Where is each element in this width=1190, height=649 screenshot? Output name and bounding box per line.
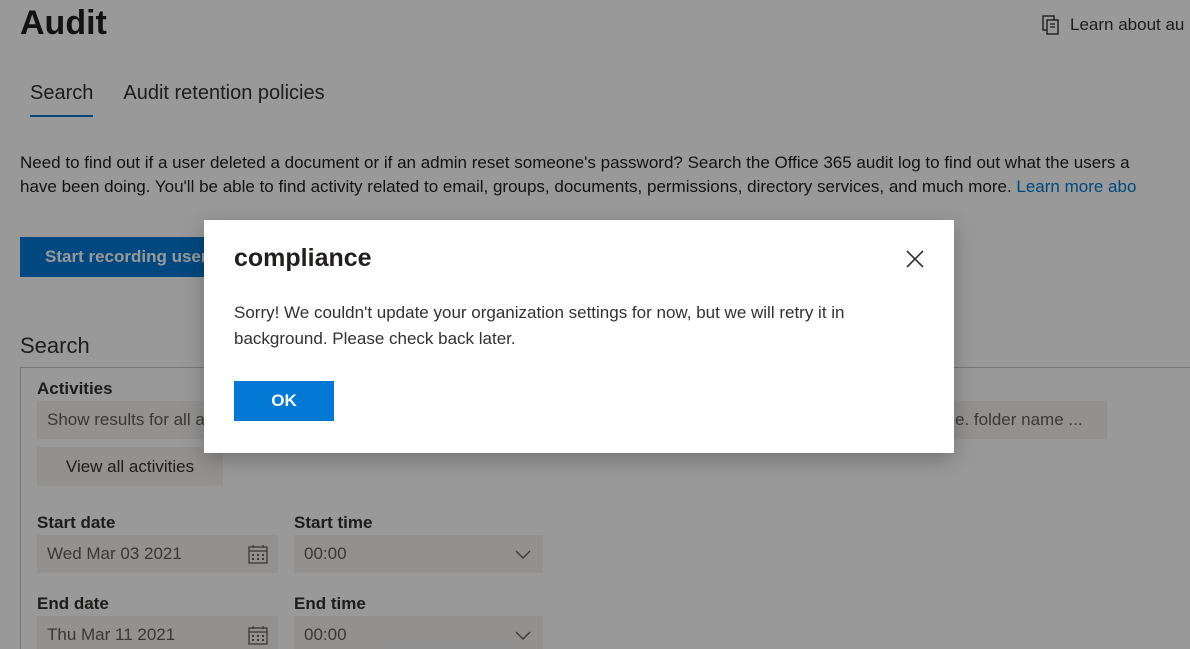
compliance-dialog: compliance Sorry! We couldn't update you…	[204, 220, 954, 453]
ok-button[interactable]: OK	[234, 381, 334, 421]
audit-page: Audit Learn about au Search Audit retent…	[0, 0, 1190, 649]
dialog-message: Sorry! We couldn't update your organizat…	[234, 303, 845, 348]
dialog-title: compliance	[234, 244, 372, 272]
close-icon[interactable]	[902, 246, 928, 272]
